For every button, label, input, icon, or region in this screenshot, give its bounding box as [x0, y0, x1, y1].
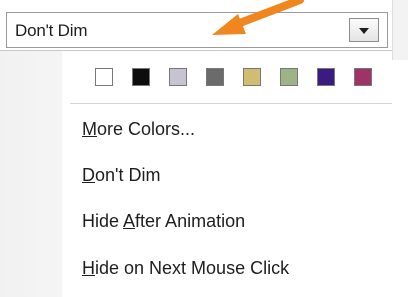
menu-icon-gutter	[0, 51, 62, 297]
color-swatch-black[interactable]	[132, 68, 150, 86]
menu-item-label: Hide After Animation	[82, 211, 246, 231]
combobox-value: Don't Dim	[15, 21, 88, 40]
menu-item-hide-on-next-mouse-click[interactable]: Hide on Next Mouse Click	[62, 250, 392, 288]
menu-item-label: More Colors...	[82, 119, 196, 139]
menu-item-more-colors[interactable]: More Colors...	[62, 111, 392, 149]
color-swatch-sage-green[interactable]	[280, 68, 298, 86]
after-animation-combobox[interactable]: Don't Dim	[6, 12, 388, 48]
menu-item-dont-dim[interactable]: Don't Dim	[62, 157, 392, 195]
chevron-down-icon	[359, 28, 369, 34]
color-swatch-indigo[interactable]	[317, 68, 335, 86]
color-swatch-lavender[interactable]	[169, 68, 187, 86]
color-swatch-magenta[interactable]	[354, 68, 372, 86]
color-swatch-tan[interactable]	[243, 68, 261, 86]
color-swatch-white[interactable]	[95, 68, 113, 86]
dim-after-animation-dropdown: Don't Dim More Colors... Don't Dim Hide …	[0, 0, 408, 297]
menu-item-hide-after-animation[interactable]: Hide After Animation	[62, 203, 392, 241]
menu-item-label: Hide on Next Mouse Click	[82, 258, 290, 278]
menu-separator	[70, 103, 392, 104]
menu-item-label: Don't Dim	[82, 165, 161, 185]
dropdown-menu: More Colors... Don't Dim Hide After Anim…	[0, 50, 392, 297]
color-swatch-dark-gray[interactable]	[206, 68, 224, 86]
dropdown-button[interactable]	[349, 18, 379, 42]
dialog-edge	[392, 0, 408, 60]
